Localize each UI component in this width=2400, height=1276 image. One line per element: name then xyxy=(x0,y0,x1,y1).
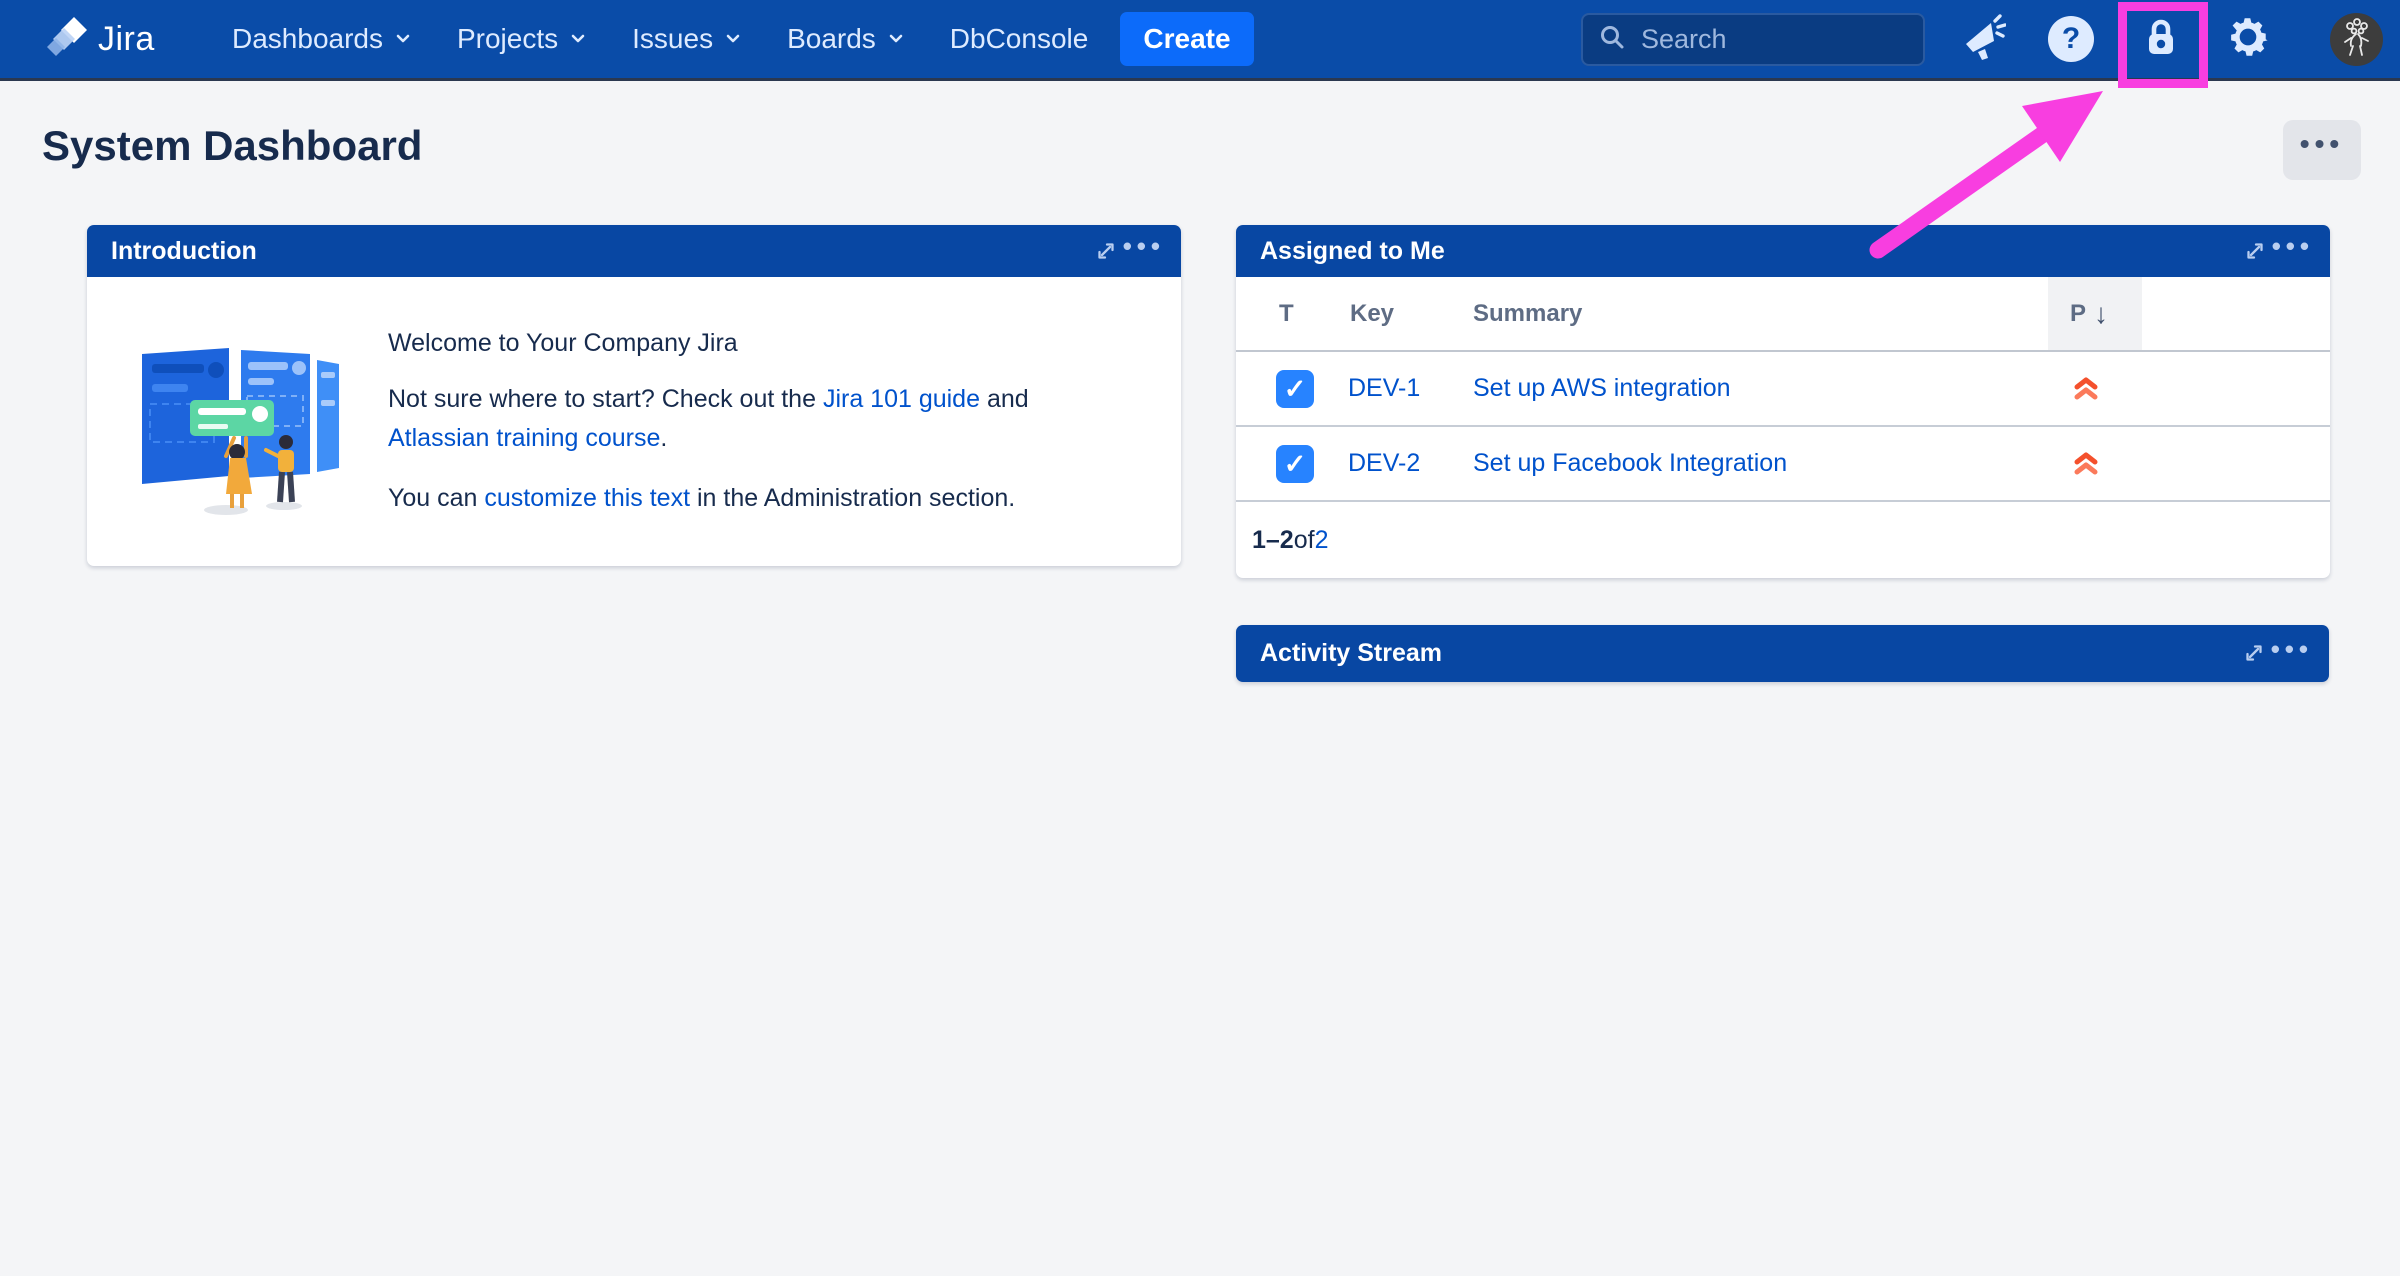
activity-stream-gadget: Activity Stream ••• xyxy=(1236,625,2329,682)
priority-highest-icon xyxy=(2070,373,2102,405)
chevron-down-icon xyxy=(886,23,906,55)
intro-help-line-2: Atlassian training course. xyxy=(388,420,667,456)
gear-icon xyxy=(2223,12,2273,67)
settings-button[interactable] xyxy=(2221,12,2275,66)
chevron-down-icon xyxy=(393,23,413,55)
check-glyph: ✓ xyxy=(1284,449,1307,480)
intro-illustration xyxy=(134,326,341,522)
priority-highest-icon xyxy=(2070,448,2102,480)
nav-item-label: Projects xyxy=(457,23,558,55)
assigned-to-me-gadget: Assigned to Me ••• T Key Summary P ↓ ✓ D… xyxy=(1236,225,2330,578)
intro-text: and xyxy=(980,385,1029,413)
column-header-type[interactable]: T xyxy=(1279,277,1294,350)
nav-item-label: DbConsole xyxy=(950,23,1089,55)
introduction-gadget: Introduction ••• xyxy=(87,225,1181,566)
intro-customize-line: You can customize this text in the Admin… xyxy=(388,480,1015,516)
expand-icon[interactable] xyxy=(1093,238,1119,264)
jira-101-guide-link[interactable]: Jira 101 guide xyxy=(823,385,980,413)
check-glyph: ✓ xyxy=(1284,374,1307,405)
jira-dashboard-page: Jira Dashboards Projects Issues Boards D… xyxy=(0,0,2400,1276)
megaphone-icon xyxy=(1958,13,2006,66)
issue-row-dev-2: ✓ DEV-2 Set up Facebook Integration xyxy=(1236,427,2330,502)
gadget-title: Assigned to Me xyxy=(1260,225,1445,277)
issue-key-link[interactable]: DEV-1 xyxy=(1348,352,1420,425)
expand-icon[interactable] xyxy=(2242,238,2268,264)
jira-logo-icon xyxy=(44,14,90,65)
intro-text: . xyxy=(660,424,667,452)
help-icon: ? xyxy=(2048,16,2094,62)
page-title: System Dashboard xyxy=(42,122,422,170)
issue-row-dev-1: ✓ DEV-1 Set up AWS integration xyxy=(1236,352,2330,427)
feedback-button[interactable] xyxy=(1955,12,2009,66)
column-header-priority-label: P xyxy=(2070,277,2086,350)
search-box xyxy=(1581,13,1925,66)
pagination: 1–2 of 2 xyxy=(1236,503,2330,578)
atlassian-training-link[interactable]: Atlassian training course xyxy=(388,424,660,452)
intro-text: You can xyxy=(388,484,484,512)
nav-item-projects[interactable]: Projects xyxy=(457,23,588,55)
dashboard-more-button[interactable]: ••• xyxy=(2283,120,2361,180)
gadget-more-icon[interactable]: ••• xyxy=(2272,225,2314,277)
task-type-icon[interactable]: ✓ xyxy=(1276,445,1314,483)
nav-item-issues[interactable]: Issues xyxy=(632,23,743,55)
top-navbar: Jira Dashboards Projects Issues Boards D… xyxy=(0,0,2400,81)
issue-key-link[interactable]: DEV-2 xyxy=(1348,427,1420,500)
column-header-key[interactable]: Key xyxy=(1350,277,1394,350)
avatar-doodle-icon xyxy=(2330,13,2383,66)
assigned-gadget-header: Assigned to Me ••• xyxy=(1236,225,2330,277)
sort-descending-icon: ↓ xyxy=(2094,298,2108,330)
lock-icon xyxy=(2137,13,2185,66)
pagination-range: 1–2 xyxy=(1252,526,1294,555)
create-button[interactable]: Create xyxy=(1120,12,1254,66)
user-avatar[interactable] xyxy=(2330,13,2383,66)
intro-text: in the Administration section. xyxy=(690,484,1015,512)
chevron-down-icon xyxy=(723,23,743,55)
column-header-summary[interactable]: Summary xyxy=(1473,277,1582,350)
gadget-title: Activity Stream xyxy=(1260,625,1442,682)
column-header-priority-sorted[interactable]: P ↓ xyxy=(2048,277,2142,350)
gadget-more-icon[interactable]: ••• xyxy=(1123,225,1165,277)
search-icon xyxy=(1597,22,1627,57)
intro-welcome-line: Welcome to Your Company Jira xyxy=(388,325,738,361)
issue-summary-link[interactable]: Set up Facebook Integration xyxy=(1473,427,1787,500)
pagination-total-link[interactable]: 2 xyxy=(1315,526,1329,555)
introduction-gadget-header: Introduction ••• xyxy=(87,225,1181,277)
nav-item-label: Boards xyxy=(787,23,876,55)
nav-item-dashboards[interactable]: Dashboards xyxy=(232,23,413,55)
help-button[interactable]: ? xyxy=(2044,12,2098,66)
gadget-more-icon[interactable]: ••• xyxy=(2271,625,2313,682)
intro-welcome-text: Welcome to Your Company Jira xyxy=(388,329,738,357)
gadget-title: Introduction xyxy=(111,225,257,277)
intro-help-line-1: Not sure where to start? Check out the J… xyxy=(388,381,1029,417)
nav-item-boards[interactable]: Boards xyxy=(787,23,906,55)
expand-icon[interactable] xyxy=(2241,640,2267,666)
nav-item-label: Issues xyxy=(632,23,713,55)
search-input[interactable] xyxy=(1639,23,1997,56)
intro-text: Not sure where to start? Check out the xyxy=(388,385,823,413)
jira-logo[interactable]: Jira xyxy=(44,0,155,78)
question-mark-glyph: ? xyxy=(2062,22,2080,56)
issue-summary-link[interactable]: Set up AWS integration xyxy=(1473,352,1731,425)
issue-table-header: T Key Summary P ↓ xyxy=(1236,277,2330,352)
security-lock-button[interactable] xyxy=(2134,12,2188,66)
jira-logo-text: Jira xyxy=(98,20,155,59)
nav-menu: Dashboards Projects Issues Boards DbCons… xyxy=(232,0,1088,78)
nav-item-dbconsole[interactable]: DbConsole xyxy=(950,23,1089,55)
pagination-of: of xyxy=(1294,526,1315,555)
nav-item-label: Dashboards xyxy=(232,23,383,55)
customize-text-link[interactable]: customize this text xyxy=(484,484,690,512)
chevron-down-icon xyxy=(568,23,588,55)
task-type-icon[interactable]: ✓ xyxy=(1276,370,1314,408)
